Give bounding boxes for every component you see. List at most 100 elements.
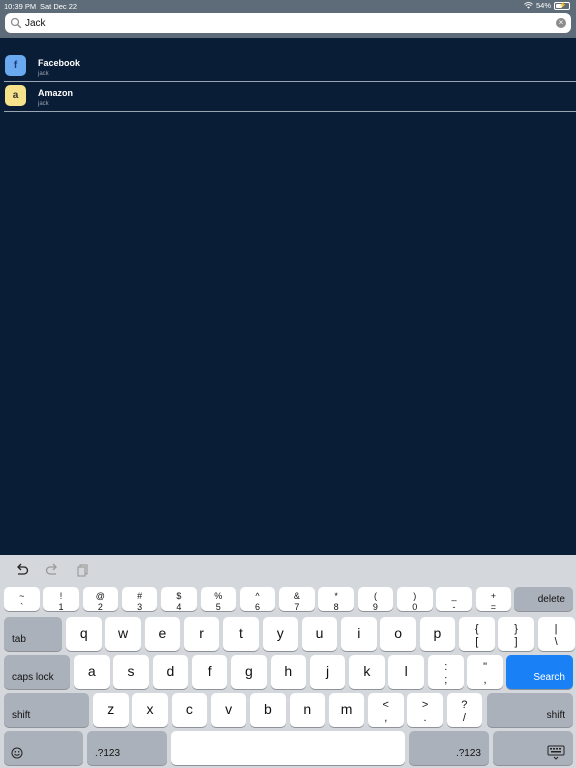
key-i[interactable]: i (341, 617, 377, 651)
key-f[interactable]: f (191, 655, 228, 689)
key-4-label: 4 (176, 602, 182, 612)
search-icon (10, 17, 22, 29)
key-t[interactable]: t (223, 617, 259, 651)
key-v[interactable]: v (210, 693, 247, 727)
key-=[interactable]: + = (475, 587, 512, 612)
key-y[interactable]: y (262, 617, 298, 651)
undo-icon[interactable] (14, 562, 30, 578)
key-o[interactable]: o (380, 617, 416, 651)
keyboard-hide-icon (547, 745, 565, 760)
shift-right-key-label: shift (546, 710, 565, 721)
search-key[interactable]: Search (506, 655, 573, 689)
key-r[interactable]: r (183, 617, 220, 651)
key-l-label: l (404, 663, 408, 679)
key-punct[interactable]: ", (467, 655, 503, 689)
key-z-label: z (107, 701, 115, 717)
key-j[interactable]: j (309, 655, 346, 689)
key-punct[interactable]: }] (498, 617, 534, 651)
tab-key[interactable]: tab (4, 617, 62, 651)
key-0-label: ) (413, 591, 417, 601)
hide-keyboard-key[interactable] (493, 731, 573, 765)
numbers-key-right[interactable]: .?123 (409, 731, 489, 765)
key-8-label: * (334, 591, 338, 601)
status-right: 54% ⚡ (524, 1, 570, 10)
key-a-label: a (87, 663, 96, 679)
key-b[interactable]: b (250, 693, 286, 727)
key-=-label: + (490, 591, 496, 601)
key-punct[interactable]: <, (368, 693, 404, 727)
key-5[interactable]: % 5 (200, 587, 236, 612)
key-0[interactable]: ) 0 (397, 587, 433, 612)
key-s[interactable]: s (113, 655, 149, 689)
status-date: Sat Dec 22 (40, 2, 78, 11)
key-2[interactable]: @2 (82, 587, 119, 612)
key-punct[interactable]: {[ (459, 617, 495, 651)
key-h[interactable]: h (270, 655, 306, 689)
key-t-label: t (238, 625, 243, 641)
key-punct[interactable]: | \ (537, 617, 575, 651)
key-q-label: q (79, 625, 88, 641)
key-7-label: 7 (294, 602, 300, 612)
paste-icon[interactable] (75, 562, 91, 578)
caps-lock-key[interactable]: caps lock (4, 655, 70, 689)
key-4-label: $ (176, 591, 182, 601)
key-z[interactable]: z (93, 693, 129, 727)
key--[interactable]: _ - (436, 587, 472, 612)
key-d[interactable]: d (152, 655, 189, 689)
top-bar: 10:39 PM Sat Dec 22 54% ⚡ × (0, 0, 576, 38)
key-punct[interactable]: >. (407, 693, 443, 727)
key-m[interactable]: m (328, 693, 365, 727)
key---label: _ (451, 591, 457, 601)
key-p[interactable]: p (419, 617, 456, 651)
battery-icon: ⚡ (554, 1, 570, 10)
shift-right-key[interactable]: shift (487, 693, 573, 727)
separator (4, 111, 576, 112)
key-k[interactable]: k (349, 655, 385, 689)
key-1[interactable]: ! 1 (43, 587, 79, 612)
key-w[interactable]: w (105, 617, 141, 651)
numbers-key-left[interactable]: .?123 (87, 731, 167, 765)
key-0-label: 0 (412, 602, 418, 612)
key-g-label: g (245, 663, 253, 679)
key-3[interactable]: #3 (121, 587, 158, 612)
search-input[interactable] (25, 15, 545, 31)
redo-icon[interactable] (44, 562, 60, 578)
key-8[interactable]: * 8 (318, 587, 354, 612)
key-punct-label: ] (514, 636, 518, 648)
key-punct[interactable]: :; (428, 655, 464, 689)
facebook-icon: f (5, 55, 26, 76)
key-7-label: & (293, 591, 300, 601)
numbers-key-left-label: .?123 (95, 748, 121, 759)
key-q[interactable]: q (66, 617, 102, 651)
key-`[interactable]: ~ ` (4, 587, 40, 612)
key-n[interactable]: n (289, 693, 325, 727)
delete-key[interactable]: delete (514, 587, 573, 611)
key-`-label: ~ (19, 591, 25, 601)
list-item[interactable]: f Facebook jack (0, 52, 576, 82)
space-bar[interactable] (171, 731, 405, 765)
key-x[interactable]: x (132, 693, 168, 727)
key-e[interactable]: e (144, 617, 181, 651)
emoji-key[interactable] (4, 731, 83, 765)
list-item[interactable]: a Amazon jack (0, 82, 576, 112)
tab-key-label: tab (12, 634, 26, 645)
shift-left-key-label: shift (12, 710, 31, 721)
key-c[interactable]: c (171, 693, 208, 727)
shift-left-key[interactable]: shift (4, 693, 89, 727)
key-u[interactable]: u (301, 617, 338, 651)
key-7[interactable]: & 7 (279, 587, 315, 612)
key-`-label: ` (20, 602, 24, 612)
clear-search-icon[interactable]: × (556, 18, 566, 28)
key-4[interactable]: $4 (161, 587, 197, 612)
key-u-label: u (315, 625, 324, 641)
key-9[interactable]: (9 (357, 587, 394, 612)
key-g[interactable]: g (231, 655, 267, 689)
key-punct-label: | (554, 623, 558, 635)
search-bar[interactable]: × (5, 13, 571, 33)
key-punct[interactable]: ? / (446, 693, 483, 727)
key-l[interactable]: l (388, 655, 424, 689)
key-6[interactable]: ^ 6 (239, 587, 276, 612)
key-a[interactable]: a (74, 655, 110, 689)
key-s-label: s (127, 663, 135, 679)
key-punct-label: : (444, 661, 448, 673)
